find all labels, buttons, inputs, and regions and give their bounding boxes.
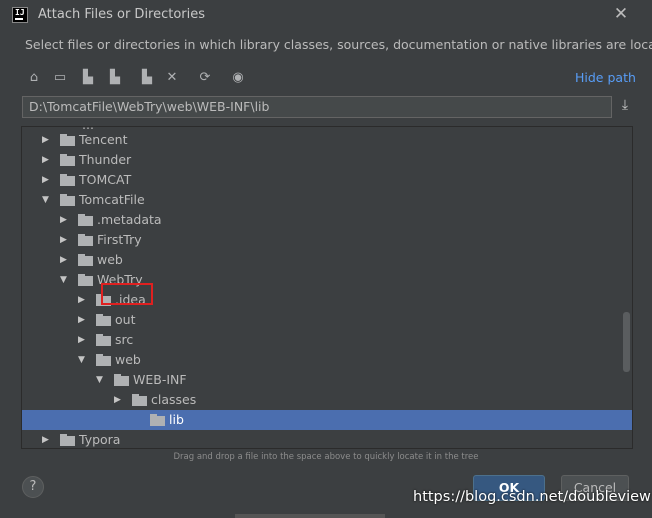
hide-path-link[interactable]: Hide path (575, 70, 636, 85)
tree-row-label: lib (169, 412, 184, 427)
path-input[interactable]: D:\TomcatFile\WebTry\web\WEB-INF\lib (22, 96, 612, 118)
folder-icon (78, 214, 93, 226)
highlight-annotation-box (101, 283, 153, 305)
expanded-arrow-icon[interactable]: ▼ (96, 373, 106, 387)
folder-icon (78, 234, 93, 246)
tree-row-label: TOMCAT (79, 172, 132, 187)
tree-row[interactable]: ▼ WEB-INF (22, 370, 632, 390)
tree-row[interactable]: ▶ classes (22, 390, 632, 410)
folder-icon (150, 414, 165, 426)
folder-icon (60, 154, 75, 166)
tree-row[interactable]: lib (22, 410, 632, 430)
download-icon[interactable]: ⤓ (616, 97, 634, 117)
folder-icon (78, 274, 93, 286)
folder-icon (78, 254, 93, 266)
expanded-arrow-icon[interactable]: ▼ (60, 273, 70, 287)
home-icon[interactable]: ⌂ (24, 68, 44, 88)
tree-row[interactable]: ▼ web (22, 350, 632, 370)
folder-icon (114, 374, 129, 386)
tree-row-label: Thunder (79, 152, 132, 167)
collapsed-arrow-icon[interactable]: ▶ (60, 253, 70, 267)
tree-row-label: Tencent (79, 132, 128, 147)
tree-row-label: FirstTry (97, 232, 142, 247)
collapsed-arrow-icon[interactable]: ▶ (78, 333, 88, 347)
folder-icon (96, 334, 111, 346)
module-icon[interactable]: ▙ (105, 68, 125, 88)
folder-icon (60, 434, 75, 446)
tree-row[interactable]: ▶ Typora (22, 430, 632, 448)
help-button[interactable]: ? (22, 476, 44, 498)
folder-icon (60, 134, 75, 146)
show-hidden-icon[interactable]: ◉ (228, 68, 248, 88)
tree-row[interactable]: ▶ out (22, 310, 632, 330)
collapsed-arrow-icon[interactable]: ▶ (42, 153, 52, 167)
tree-row[interactable]: ▶ web (22, 250, 632, 270)
folder-icon (60, 194, 75, 206)
expanded-arrow-icon[interactable]: ▼ (42, 193, 52, 207)
collapsed-arrow-icon[interactable]: ▶ (114, 393, 124, 407)
desktop-icon[interactable]: ▭ (50, 68, 70, 88)
bottom-strip (235, 514, 385, 518)
title-bar: IJ Attach Files or Directories ✕ (0, 0, 652, 30)
collapsed-arrow-icon[interactable]: ▶ (60, 213, 70, 227)
folder-icon (96, 354, 111, 366)
watermark-text: https://blog.csdn.net/doubleview (413, 489, 651, 505)
tree-row-label: TomcatFile (79, 192, 145, 207)
folder-icon (60, 174, 75, 186)
close-icon[interactable]: ✕ (612, 4, 630, 24)
expanded-arrow-icon[interactable]: ▼ (78, 353, 88, 367)
collapsed-arrow-icon[interactable]: ▶ (42, 433, 52, 447)
tree-row[interactable]: ▶ src (22, 330, 632, 350)
tree-scrollbar[interactable] (623, 312, 630, 372)
tree-row-label: out (115, 312, 136, 327)
folder-icon (132, 394, 147, 406)
tree-row-label: web (97, 252, 123, 267)
folder-icon (96, 314, 111, 326)
tree-row[interactable]: ▶ Tencent (22, 130, 632, 150)
collapsed-arrow-icon[interactable]: ▶ (78, 293, 88, 307)
new-folder-icon[interactable]: ▙ (137, 68, 157, 88)
tree-row-label: web (115, 352, 141, 367)
tree-row[interactable]: ▶ .metadata (22, 210, 632, 230)
tree-row[interactable]: ▶ TOMCAT (22, 170, 632, 190)
tree-row-label: Typora (79, 432, 121, 447)
tree-row-label: src (115, 332, 134, 347)
dialog-title: Attach Files or Directories (38, 7, 206, 22)
tree-row[interactable]: ▶ FirstTry (22, 230, 632, 250)
tree-row-label: classes (151, 392, 197, 407)
collapsed-arrow-icon[interactable]: ▶ (42, 133, 52, 147)
project-icon[interactable]: ▙ (78, 68, 98, 88)
intellij-app-icon: IJ (12, 7, 28, 23)
dialog-description: Select files or directories in which lib… (25, 37, 652, 52)
tree-row[interactable]: ▼ TomcatFile (22, 190, 632, 210)
collapsed-arrow-icon[interactable]: ▶ (60, 233, 70, 247)
tree-row[interactable]: ▶ Thunder (22, 150, 632, 170)
refresh-icon[interactable]: ⟳ (195, 68, 215, 88)
collapsed-arrow-icon[interactable]: ▶ (78, 313, 88, 327)
drag-drop-hint: Drag and drop a file into the space abov… (173, 452, 479, 462)
collapsed-arrow-icon[interactable]: ▶ (42, 173, 52, 187)
delete-icon[interactable]: ✕ (162, 68, 182, 88)
tree-row-label: WEB-INF (133, 372, 187, 387)
tree-row-label: .metadata (97, 212, 162, 227)
